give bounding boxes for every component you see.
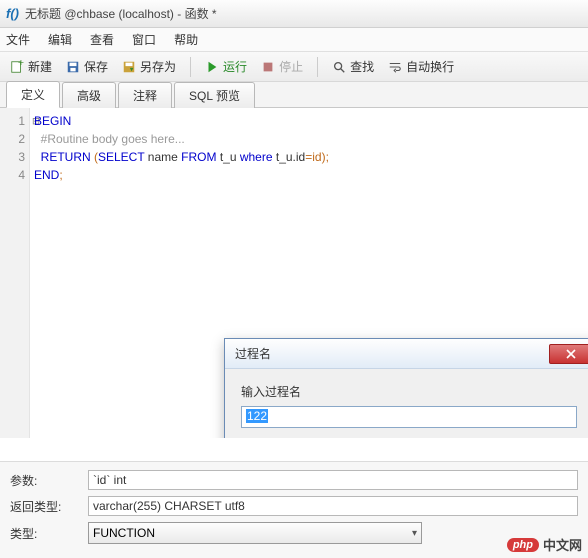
line-number: 3 — [0, 148, 25, 166]
stop-button[interactable]: 停止 — [257, 56, 307, 77]
input-value: 122 — [246, 409, 268, 423]
dialog-titlebar: 过程名 — [225, 339, 588, 369]
tab-comment[interactable]: 注释 — [118, 82, 172, 108]
ident: name — [144, 150, 181, 164]
procedure-name-dialog: 过程名 输入过程名 122 确定 取消 — [224, 338, 588, 438]
keyword: where — [240, 150, 273, 164]
chevron-down-icon: ▾ — [412, 528, 417, 539]
type-label: 类型: — [10, 525, 80, 542]
new-label: 新建 — [28, 58, 52, 75]
code-editor[interactable]: 1 2 3 4 ⊟ BEGIN #Routine body goes here.… — [0, 108, 588, 438]
saveas-label: 另存为 — [140, 58, 176, 75]
ident: t_u — [216, 150, 239, 164]
stop-label: 停止 — [279, 58, 303, 75]
procedure-name-input[interactable]: 122 — [241, 406, 577, 428]
keyword: FROM — [181, 150, 216, 164]
tab-sql-preview[interactable]: SQL 预览 — [174, 82, 255, 108]
semi: ; — [59, 168, 62, 182]
line-number: 1 — [0, 112, 25, 130]
return-type-label: 返回类型: — [10, 498, 80, 515]
play-icon — [205, 60, 219, 74]
line-number: 2 — [0, 130, 25, 148]
params-label: 参数: — [10, 472, 80, 489]
menu-file[interactable]: 文件 — [6, 31, 30, 48]
search-icon — [332, 60, 346, 74]
search-label: 查找 — [350, 58, 374, 75]
return-type-input[interactable] — [88, 496, 578, 516]
dialog-body: 输入过程名 122 — [225, 369, 588, 438]
dialog-close-button[interactable] — [549, 344, 588, 364]
tab-advanced[interactable]: 高级 — [62, 82, 116, 108]
stop-icon — [261, 60, 275, 74]
save-button[interactable]: 保存 — [62, 56, 112, 77]
toolbar: + 新建 保存 另存为 运行 停止 查找 自动换行 — [0, 52, 588, 82]
ident: t_u.id — [273, 150, 306, 164]
toolbar-separator-2 — [317, 57, 318, 77]
dialog-title: 过程名 — [235, 345, 271, 362]
semi: ; — [326, 150, 329, 164]
close-icon — [566, 349, 576, 359]
title-bar: f() 无标题 @chbase (localhost) - 函数 * — [0, 0, 588, 28]
toolbar-separator — [190, 57, 191, 77]
line-gutter: 1 2 3 4 — [0, 108, 30, 438]
comment: #Routine body goes here... — [34, 132, 185, 146]
menu-view[interactable]: 查看 — [90, 31, 114, 48]
new-button[interactable]: + 新建 — [6, 56, 56, 77]
tab-bar: 定义 高级 注释 SQL 预览 — [0, 82, 588, 108]
keyword: RETURN — [34, 150, 94, 164]
wrap-icon — [388, 60, 402, 74]
row-type: 类型: FUNCTION ▾ — [10, 522, 578, 544]
save-label: 保存 — [84, 58, 108, 75]
save-icon — [66, 60, 80, 74]
dialog-label: 输入过程名 — [241, 383, 577, 400]
keyword: BEGIN — [34, 114, 71, 128]
code-body[interactable]: BEGIN #Routine body goes here... RETURN … — [34, 112, 329, 184]
menu-help[interactable]: 帮助 — [174, 31, 198, 48]
watermark-text: 中文网 — [543, 535, 582, 554]
search-button[interactable]: 查找 — [328, 56, 378, 77]
window-title: 无标题 @chbase (localhost) - 函数 * — [25, 5, 217, 22]
bottom-panel: 参数: 返回类型: 类型: FUNCTION ▾ php 中文网 — [0, 461, 588, 558]
saveas-button[interactable]: 另存为 — [118, 56, 180, 77]
new-icon: + — [10, 60, 24, 74]
row-params: 参数: — [10, 470, 578, 490]
paren: id) — [312, 150, 325, 164]
svg-text:+: + — [18, 60, 24, 69]
params-input[interactable] — [88, 470, 578, 490]
wrap-label: 自动换行 — [406, 58, 454, 75]
watermark: php 中文网 — [507, 535, 582, 554]
run-label: 运行 — [223, 58, 247, 75]
type-select[interactable]: FUNCTION ▾ — [88, 522, 422, 544]
app-logo: f() — [6, 6, 19, 21]
line-number: 4 — [0, 166, 25, 184]
run-button[interactable]: 运行 — [201, 56, 251, 77]
keyword: SELECT — [98, 150, 144, 164]
wrap-button[interactable]: 自动换行 — [384, 56, 458, 77]
type-value: FUNCTION — [93, 526, 155, 540]
menu-window[interactable]: 窗口 — [132, 31, 156, 48]
watermark-badge: php — [507, 538, 539, 552]
row-return-type: 返回类型: — [10, 496, 578, 516]
menu-edit[interactable]: 编辑 — [48, 31, 72, 48]
saveas-icon — [122, 60, 136, 74]
tab-define[interactable]: 定义 — [6, 81, 60, 108]
menu-bar: 文件 编辑 查看 窗口 帮助 — [0, 28, 588, 52]
keyword: END — [34, 168, 59, 182]
